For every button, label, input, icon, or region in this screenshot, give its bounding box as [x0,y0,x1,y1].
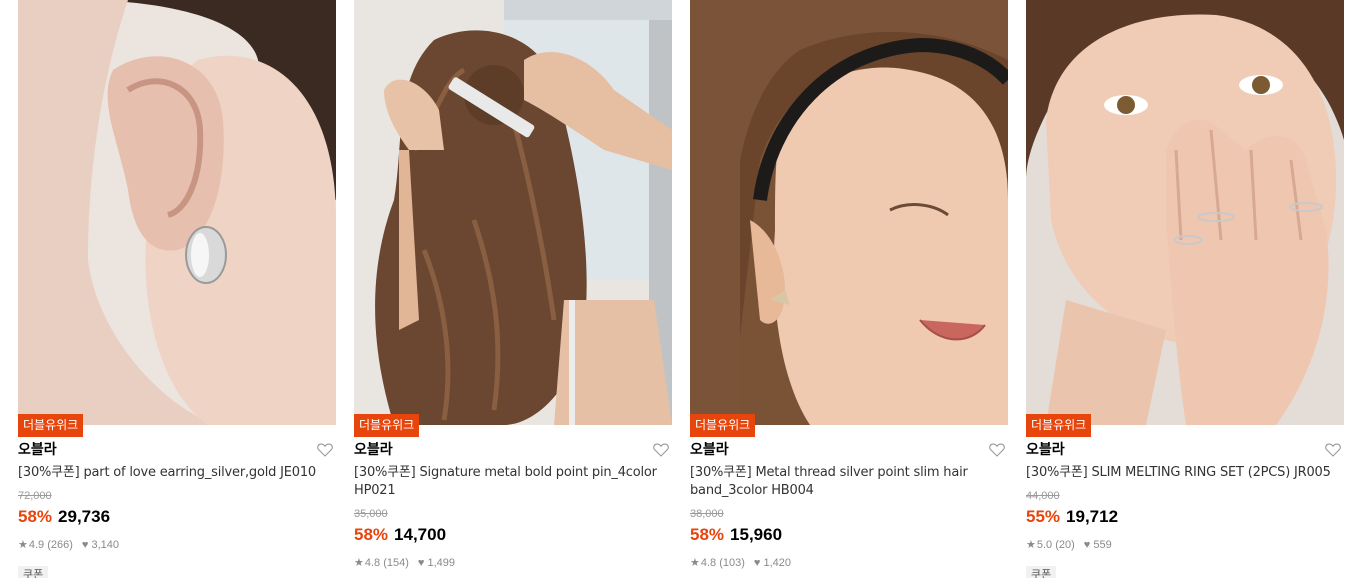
star-icon: ★ [18,539,28,551]
event-badge: 더블유위크 [1026,414,1092,437]
product-photo [354,0,672,425]
star-icon: ★ [354,557,364,569]
brand-name[interactable]: 오블라 [18,441,57,459]
sale-price: 19,712 [1066,507,1119,526]
brand-name[interactable]: 오블라 [690,441,729,459]
product-name[interactable]: [30%쿠폰] Metal thread silver point slim h… [690,464,1006,500]
like-count: 559 [1093,539,1112,551]
product-card[interactable]: 더블유위크 오블라 [30%쿠폰] SLIM MELTING RING SET … [1026,0,1344,578]
price-row: 58% 29,736 [18,507,110,527]
rating-value: 4.9 [28,539,45,551]
brand-name[interactable]: 오블라 [1026,441,1065,459]
original-price: 44,000 [1026,490,1060,502]
product-image-hairband[interactable] [690,0,1008,425]
review-meta: ★ 4.9 (266) ♥ 3,140 [18,538,119,552]
review-meta: ★ 4.8 (154) ♥ 1,499 [354,556,455,570]
heart-filled-icon: ♥ [81,539,89,551]
price-row: 55% 19,712 [1026,507,1118,527]
product-photo [690,0,1008,425]
product-card[interactable]: 더블유위크 오블라 [30%쿠폰] Metal thread silver po… [690,0,1008,578]
product-card[interactable]: 더블유위크 오블라 [30%쿠폰] part of love earring_s… [18,0,336,578]
heart-outline-icon[interactable] [652,441,670,459]
rating-value: 4.8 [364,557,381,569]
original-price: 38,000 [690,508,724,520]
original-price: 72,000 [18,490,52,502]
discount-rate: 58% [18,507,53,526]
sale-price: 29,736 [58,507,111,526]
heart-filled-icon: ♥ [1083,539,1091,551]
discount-rate: 58% [690,525,725,544]
heart-outline-icon[interactable] [988,441,1006,459]
product-card[interactable]: 더블유위크 오블라 [30%쿠폰] Signature metal bold p… [354,0,672,578]
event-badge: 더블유위크 [354,414,420,437]
event-badge: 더블유위크 [18,414,84,437]
product-image-hairpin[interactable] [354,0,672,425]
heart-filled-icon: ♥ [753,557,761,569]
like-count: 1,420 [763,557,791,569]
star-icon: ★ [1026,539,1036,551]
discount-rate: 55% [1026,507,1061,526]
star-icon: ★ [690,557,700,569]
rating-value: 5.0 [1036,539,1053,551]
event-badge: 더블유위크 [690,414,756,437]
product-image-earring[interactable] [18,0,336,425]
review-count: (103) [719,557,745,569]
rating-value: 4.8 [700,557,717,569]
heart-filled-icon: ♥ [417,557,425,569]
sale-price: 15,960 [730,525,783,544]
like-count: 1,499 [427,557,455,569]
brand-name[interactable]: 오블라 [354,441,393,459]
like-count: 3,140 [91,539,119,551]
product-name[interactable]: [30%쿠폰] part of love earring_silver,gold… [18,464,334,482]
coupon-tag: 쿠폰 [18,566,49,578]
price-row: 58% 15,960 [690,525,782,545]
heart-outline-icon[interactable] [316,441,334,459]
product-image-ring[interactable] [1026,0,1344,425]
review-meta: ★ 4.8 (103) ♥ 1,420 [690,556,791,570]
price-row: 58% 14,700 [354,525,446,545]
discount-rate: 58% [354,525,389,544]
review-count: (266) [47,539,73,551]
product-photo [1026,0,1344,425]
product-name[interactable]: [30%쿠폰] SLIM MELTING RING SET (2PCS) JR0… [1026,464,1342,482]
product-photo [18,0,336,425]
review-count: (20) [1055,539,1075,551]
heart-outline-icon[interactable] [1324,441,1342,459]
coupon-tag: 쿠폰 [1026,566,1057,578]
product-name[interactable]: [30%쿠폰] Signature metal bold point pin_4… [354,464,670,500]
original-price: 35,000 [354,508,388,520]
sale-price: 14,700 [394,525,447,544]
review-meta: ★ 5.0 (20) ♥ 559 [1026,538,1112,552]
review-count: (154) [383,557,409,569]
